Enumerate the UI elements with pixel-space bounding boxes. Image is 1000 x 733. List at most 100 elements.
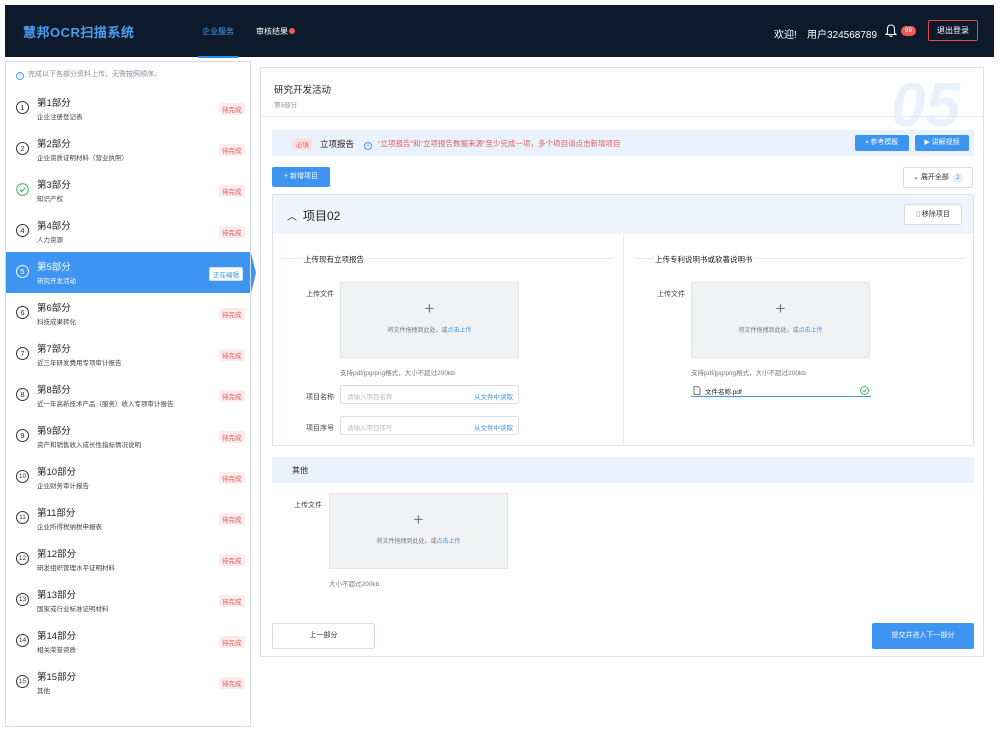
remove-project-button[interactable]: ▯ 移除项目 — [904, 204, 962, 225]
dropzone-text: 将文件拖拽到此处。或点击上传 — [692, 325, 869, 334]
sidebar-item-subtitle: 近三年研发费用专项审计报告 — [37, 360, 122, 367]
bell-icon[interactable] — [885, 24, 897, 38]
format-tip: 支持pdf/jpg/png格式，大小不超过200kb — [691, 370, 806, 377]
tutorial-video-label: 讲解视频 — [931, 139, 960, 146]
sidebar-item-part-2[interactable]: 2 第2部分 企业资质证明材料（营业执照） 待完成 — [6, 129, 250, 170]
status-badge: 待完成 — [219, 390, 245, 402]
previous-part-button[interactable]: 上一部分 — [272, 623, 375, 649]
add-project-button[interactable]: + 新增项目 — [272, 167, 330, 187]
step-number-icon: 4 — [16, 224, 29, 237]
divider — [753, 258, 965, 259]
uploaded-file-item[interactable]: 文件名称.pdf — [691, 385, 871, 397]
sidebar-item-part-10[interactable]: 10 第10部分 企业财务审计报告 待完成 — [6, 457, 250, 498]
project-card-header[interactable]: ︿ 项目02 ▯ 移除项目 — [273, 195, 973, 234]
sidebar-item-part-5[interactable]: 5 第5部分 研究开发活动 正在编辑 — [6, 252, 250, 293]
submit-next-button[interactable]: 提交并进入下一部分 — [872, 623, 974, 649]
sidebar-item-subtitle: 企业财务审计报告 — [37, 483, 89, 490]
format-tip: 支持pdf/jpg/png格式，大小不超过200kb — [340, 370, 455, 377]
project-seq-input[interactable]: 请输入项目序号 从文件中读取 — [340, 416, 519, 435]
video-icon: ▶ — [924, 139, 932, 146]
uploaded-file-name: 文件名称.pdf — [705, 389, 742, 396]
required-tag: 必填 — [292, 138, 313, 150]
reference-template-button[interactable]: ▪ 参考模板 — [855, 135, 909, 151]
status-badge: 待完成 — [219, 636, 245, 648]
status-badge: 待完成 — [219, 595, 245, 607]
chevron-down-icon: ⌄ — [913, 174, 921, 181]
sidebar-item-part-13[interactable]: 13 第13部分 国家或行业标准证明材料 待完成 — [6, 580, 250, 621]
tab-review-results[interactable]: 审核结果 — [256, 26, 295, 37]
section-note-text: “立项报告”和“立项报告数据来源”至少完成一项，多个项目请点击新增项目 — [378, 139, 621, 148]
tutorial-video-button[interactable]: ▶ 讲解视频 — [915, 135, 969, 151]
sidebar-item-part-3[interactable]: 第3部分 知识产权 待完成 — [6, 170, 250, 211]
divider — [283, 258, 303, 259]
upload-patent-heading: 上传专利说明书或软著说明书 — [655, 255, 753, 264]
click-upload-link[interactable]: 点击上传 — [448, 328, 472, 334]
check-circle-icon — [860, 386, 869, 395]
sidebar-item-part-8[interactable]: 8 第8部分 近一年高新技术产品（服务）收入专项审计报告 待完成 — [6, 375, 250, 416]
status-badge: 待完成 — [219, 226, 245, 238]
sidebar-item-part-11[interactable]: 11 第11部分 企业所得税纳税申报表 待完成 — [6, 498, 250, 539]
logout-button[interactable]: 退出登录 — [928, 20, 978, 41]
other-section-header: 其他 — [272, 457, 974, 483]
sidebar-item-title: 第14部分 — [37, 631, 77, 642]
sidebar-item-subtitle: 人力资源 — [37, 237, 63, 244]
click-upload-link[interactable]: 点击上传 — [437, 539, 461, 545]
project-seq-placeholder: 请输入项目序号 — [347, 425, 393, 432]
page-title: 研究开发活动 — [274, 85, 332, 96]
read-from-file-link[interactable]: 从文件中读取 — [474, 422, 513, 432]
divider — [368, 258, 613, 259]
step-number-icon: 9 — [16, 429, 29, 442]
step-number-icon: 5 — [16, 265, 29, 278]
sidebar-item-title: 第15部分 — [37, 672, 77, 683]
upload-report-heading: 上传现有立项报告 — [304, 255, 364, 264]
file-dropzone[interactable]: + 将文件拖拽到此处。或点击上传 — [329, 493, 508, 569]
status-badge: 待完成 — [219, 308, 245, 320]
sidebar-item-subtitle: 其他 — [37, 688, 50, 695]
info-icon: i — [364, 142, 372, 150]
step-number-icon: 14 — [16, 634, 29, 647]
sidebar-item-part-9[interactable]: 9 第9部分 资产和销售收入成长性指标情况说明 待完成 — [6, 416, 250, 457]
size-tip: 大小不超过200kb — [329, 581, 380, 588]
file-dropzone[interactable]: + 将文件拖拽到此处。或点击上传 — [691, 282, 870, 358]
expand-all-label: 展开全部 — [920, 174, 949, 181]
status-badge: 待完成 — [219, 431, 245, 443]
plus-icon: + — [413, 510, 424, 529]
expand-count-badge: 2 — [952, 173, 963, 183]
notification-count-badge: 99 — [901, 26, 916, 36]
reference-template-label: 参考模板 — [870, 139, 899, 146]
status-badge: 待完成 — [219, 472, 245, 484]
step-number-icon: 12 — [16, 552, 29, 565]
user-name[interactable]: 用户324568789 — [807, 26, 877, 41]
sidebar-item-part-6[interactable]: 6 第6部分 科技成果转化 待完成 — [6, 293, 250, 334]
read-from-file-link[interactable]: 从文件中读取 — [474, 391, 513, 401]
welcome-text: 欢迎! — [774, 30, 797, 41]
tab-enterprise-service[interactable]: 企业服务 — [198, 26, 238, 58]
main-panel: 05 研究开发活动 第5部分 必填 立项报告 i “立项报告”和“立项报告数据来源… — [260, 67, 984, 657]
sidebar-item-part-12[interactable]: 12 第12部分 研发组织管理水平证明材料 待完成 — [6, 539, 250, 580]
sidebar-item-title: 第11部分 — [37, 508, 76, 519]
project-name-input[interactable]: 请输入项目名称 从文件中读取 — [340, 385, 519, 404]
chevron-up-icon[interactable]: ︿ — [287, 208, 297, 223]
file-dropzone[interactable]: + 将文件拖拽到此处。或点击上传 — [340, 282, 519, 358]
sidebar-item-part-15[interactable]: 15 第15部分 其他 待完成 — [6, 662, 250, 703]
sidebar-item-subtitle: 知识产权 — [37, 196, 63, 203]
status-badge: 待完成 — [219, 185, 245, 197]
step-number-icon: 10 — [16, 470, 29, 483]
step-number-icon: 11 — [16, 511, 29, 524]
sidebar-item-title: 第7部分 — [37, 344, 71, 355]
check-circle-icon — [16, 183, 29, 196]
sidebar-item-part-7[interactable]: 7 第7部分 近三年研发费用专项审计报告 待完成 — [6, 334, 250, 375]
sidebar-item-title: 第1部分 — [37, 98, 71, 109]
project-card: ︿ 项目02 ▯ 移除项目 上传现有立项报告 上传文件 + 将文件拖拽到此处。或… — [272, 194, 974, 446]
sidebar-item-part-4[interactable]: 4 第4部分 人力资源 待完成 — [6, 211, 250, 252]
status-badge: 待完成 — [219, 677, 245, 689]
sidebar-item-part-14[interactable]: 14 第14部分 相关荣誉资质 待完成 — [6, 621, 250, 662]
step-number-icon: 2 — [16, 142, 29, 155]
remove-project-label: 移除项目 — [921, 211, 950, 218]
click-upload-link[interactable]: 点击上传 — [799, 328, 823, 334]
page-subtitle: 第5部分 — [274, 102, 298, 109]
dropzone-hint: 将文件拖拽到此处。或 — [738, 328, 799, 334]
sidebar-item-part-1[interactable]: 1 第1部分 企业注册登记表 待完成 — [6, 88, 250, 129]
expand-all-button[interactable]: ⌄ 展开全部 2 — [903, 167, 973, 188]
sidebar-item-subtitle: 企业所得税纳税申报表 — [37, 524, 102, 531]
